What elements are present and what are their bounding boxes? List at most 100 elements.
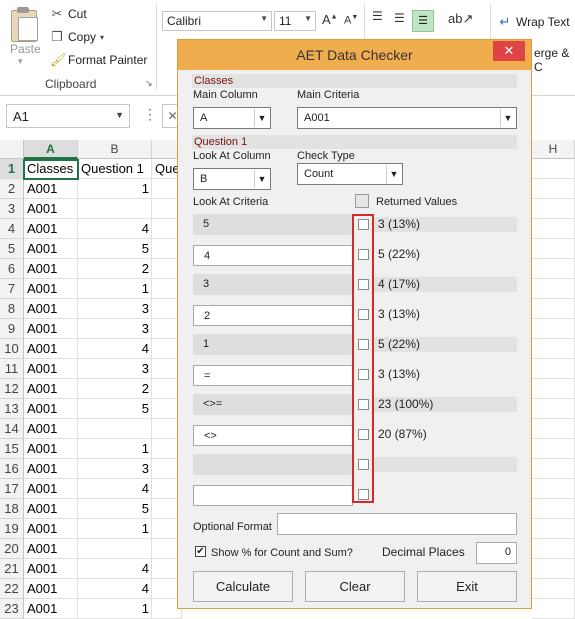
cell-h[interactable]: [532, 559, 575, 579]
criteria-input[interactable]: 1: [193, 334, 353, 355]
cell-h[interactable]: [532, 419, 575, 439]
criteria-input[interactable]: 4: [193, 245, 353, 266]
cell-a[interactable]: A001: [24, 359, 78, 379]
cell-h[interactable]: [532, 459, 575, 479]
cell-b[interactable]: 5: [78, 399, 152, 419]
font-name-combo[interactable]: Calibri ▼: [162, 11, 272, 31]
cell-h[interactable]: [532, 179, 575, 199]
dialog-titlebar[interactable]: AET Data Checker ✕: [178, 40, 531, 70]
returned-values-toggle[interactable]: [355, 194, 369, 208]
format-painter-button[interactable]: 🖌 Format Painter: [50, 52, 147, 68]
cell-a[interactable]: A001: [24, 399, 78, 419]
cell-b[interactable]: Question 1: [78, 159, 152, 179]
cell-a[interactable]: A001: [24, 259, 78, 279]
row-header[interactable]: 15: [0, 439, 24, 459]
cell-h[interactable]: [532, 339, 575, 359]
check-type-select[interactable]: Count ▼: [297, 163, 403, 185]
cell-b[interactable]: 1: [78, 599, 152, 619]
cell-b[interactable]: 3: [78, 319, 152, 339]
cell-a[interactable]: A001: [24, 299, 78, 319]
cell-h[interactable]: [532, 379, 575, 399]
align-middle-icon[interactable]: ☰: [394, 11, 405, 25]
cell-a[interactable]: A001: [24, 319, 78, 339]
main-criteria-select[interactable]: A001 ▼: [297, 107, 517, 129]
row-header[interactable]: 21: [0, 559, 24, 579]
criteria-input[interactable]: <>: [193, 425, 353, 446]
criteria-input[interactable]: <>=: [193, 394, 353, 415]
decimal-places-input[interactable]: 0: [476, 542, 517, 564]
close-button[interactable]: ✕: [493, 41, 525, 61]
cell-h[interactable]: [532, 219, 575, 239]
cell-b[interactable]: 5: [78, 499, 152, 519]
cell-a[interactable]: A001: [24, 379, 78, 399]
cell-b[interactable]: 3: [78, 359, 152, 379]
select-all-corner[interactable]: [0, 140, 24, 159]
column-header-h[interactable]: H: [532, 140, 575, 159]
cell-h[interactable]: [532, 439, 575, 459]
paste-icon[interactable]: [8, 6, 38, 42]
criteria-input[interactable]: 5: [193, 214, 353, 235]
column-header-b[interactable]: B: [78, 140, 152, 159]
cell-b[interactable]: 4: [78, 559, 152, 579]
row-header[interactable]: 20: [0, 539, 24, 559]
cell-a[interactable]: A001: [24, 199, 78, 219]
cell-b[interactable]: 4: [78, 479, 152, 499]
cell-h[interactable]: [532, 359, 575, 379]
cell-b[interactable]: 2: [78, 379, 152, 399]
show-percent-checkbox[interactable]: ✔: [195, 546, 206, 557]
criteria-input[interactable]: 3: [193, 274, 353, 295]
row-header[interactable]: 19: [0, 519, 24, 539]
cell-a[interactable]: A001: [24, 179, 78, 199]
cell-b[interactable]: 3: [78, 299, 152, 319]
row-header[interactable]: 10: [0, 339, 24, 359]
font-size-combo[interactable]: 11 ▼: [274, 11, 316, 31]
cell-h[interactable]: [532, 579, 575, 599]
row-header[interactable]: 11: [0, 359, 24, 379]
cell-b[interactable]: 1: [78, 439, 152, 459]
cell-a[interactable]: A001: [24, 579, 78, 599]
cell-h[interactable]: [532, 479, 575, 499]
cell-a[interactable]: A001: [24, 499, 78, 519]
column-header-a[interactable]: A: [24, 140, 78, 159]
cell-h[interactable]: [532, 539, 575, 559]
align-top-icon[interactable]: ☰: [372, 9, 383, 23]
criteria-input[interactable]: 2: [193, 305, 353, 326]
dialog-launcher-icon[interactable]: ↘: [145, 78, 153, 89]
cell-a[interactable]: A001: [24, 559, 78, 579]
align-bottom-icon[interactable]: ☰: [412, 10, 434, 32]
clear-button[interactable]: Clear: [305, 571, 405, 602]
criteria-input[interactable]: =: [193, 365, 353, 386]
cell-b[interactable]: 4: [78, 339, 152, 359]
cell-h[interactable]: [532, 499, 575, 519]
row-header[interactable]: 3: [0, 199, 24, 219]
row-header[interactable]: 7: [0, 279, 24, 299]
row-header[interactable]: 5: [0, 239, 24, 259]
cell-h[interactable]: [532, 199, 575, 219]
look-at-column-select[interactable]: B ▼: [193, 168, 271, 190]
cell-a[interactable]: A001: [24, 479, 78, 499]
cell-a[interactable]: A001: [24, 539, 78, 559]
row-header[interactable]: 12: [0, 379, 24, 399]
paste-button[interactable]: Paste: [10, 42, 41, 56]
row-header[interactable]: 22: [0, 579, 24, 599]
row-header[interactable]: 18: [0, 499, 24, 519]
row-header[interactable]: 17: [0, 479, 24, 499]
criteria-input[interactable]: [193, 485, 353, 506]
row-header[interactable]: 16: [0, 459, 24, 479]
cell-a[interactable]: A001: [24, 439, 78, 459]
cell-b[interactable]: 2: [78, 259, 152, 279]
cell-h[interactable]: [532, 159, 575, 179]
cell-b[interactable]: 4: [78, 219, 152, 239]
cell-h[interactable]: [532, 259, 575, 279]
row-header[interactable]: 4: [0, 219, 24, 239]
calculate-button[interactable]: Calculate: [193, 571, 293, 602]
merge-center-button[interactable]: erge & C: [534, 46, 575, 74]
cell-h[interactable]: [532, 299, 575, 319]
cell-a[interactable]: A001: [24, 279, 78, 299]
cell-b[interactable]: 1: [78, 279, 152, 299]
row-header[interactable]: 9: [0, 319, 24, 339]
main-column-select[interactable]: A ▼: [193, 107, 271, 129]
cell-h[interactable]: [532, 319, 575, 339]
cell-a[interactable]: A001: [24, 339, 78, 359]
exit-button[interactable]: Exit: [417, 571, 517, 602]
